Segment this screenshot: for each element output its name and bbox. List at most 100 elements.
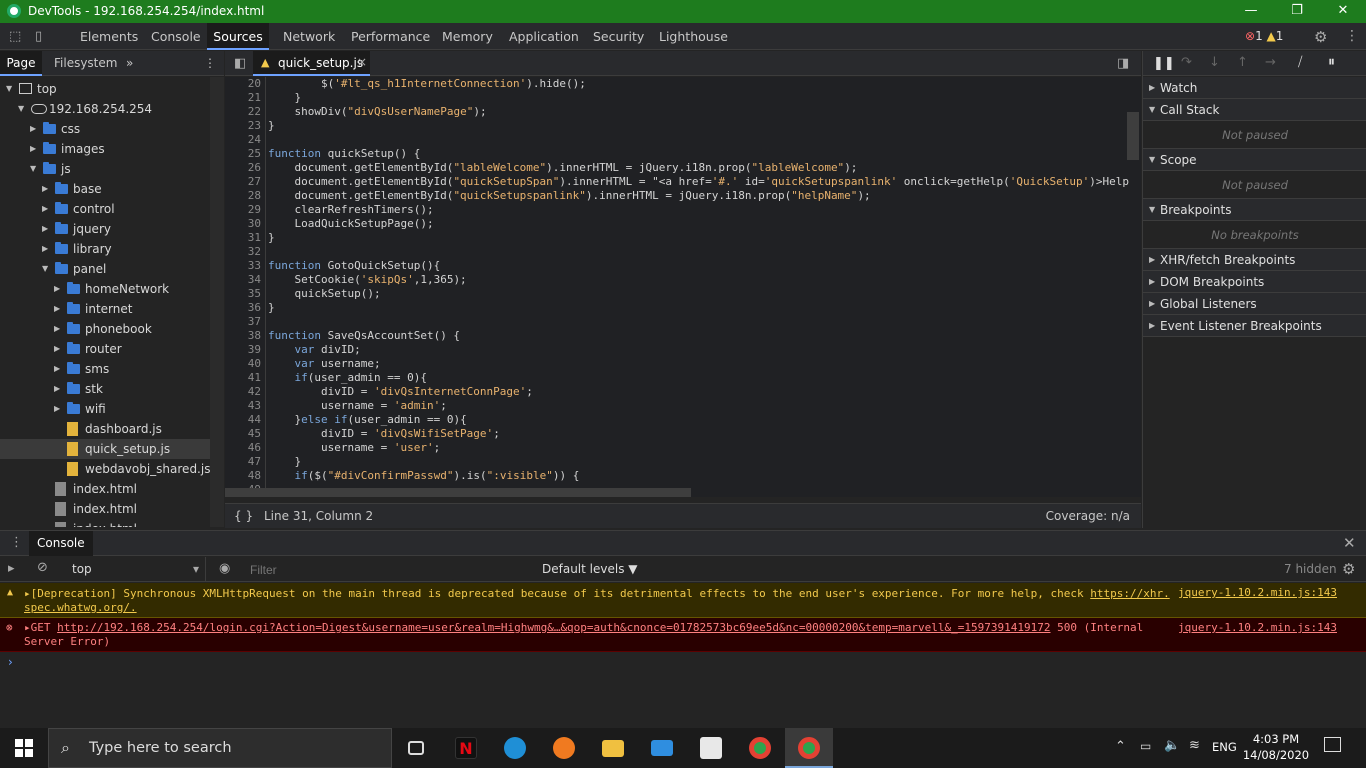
tab-console[interactable]: Console [151,23,201,50]
console-error-message[interactable]: ⊗ ▸GET http://192.168.254.254/login.cgi?… [0,618,1366,652]
tab-filesystem[interactable]: Filesystem [54,51,117,76]
expand-arrow-icon[interactable]: ▼ [42,259,52,279]
debugger-section-header[interactable]: ▶ Event Listener Breakpoints [1143,315,1366,337]
tree-item[interactable]: ▶ sms [0,359,210,379]
tree-item[interactable]: ▼ 192.168.254.254 [0,99,210,119]
toggle-debugger-icon[interactable]: ◨ [1117,56,1129,71]
tree-item[interactable]: index.html [0,499,210,519]
code-line[interactable]: 29 clearRefreshTimers(); [225,203,1125,217]
code-line[interactable]: 43 username = 'admin'; [225,399,1125,413]
code-line[interactable]: 41 if(user_admin == 0){ [225,371,1125,385]
code-line[interactable]: 48 if($("#divConfirmPasswd").is(":visibl… [225,469,1125,483]
step-out-icon[interactable]: ↑ [1237,55,1248,70]
code-line[interactable]: 23} [225,119,1125,133]
line-number[interactable]: 34 [225,273,261,287]
tree-item[interactable]: ▶ homeNetwork [0,279,210,299]
code-line[interactable]: 21 } [225,91,1125,105]
code-line[interactable]: 28 document.getElementById("quickSetupsp… [225,189,1125,203]
battery-icon[interactable]: ▭ [1140,739,1151,753]
code-line[interactable]: 22 showDiv("divQsUserNamePage"); [225,105,1125,119]
expand-arrow-icon[interactable]: ▼ [6,79,16,99]
code-line[interactable]: 24 [225,133,1125,147]
collapse-arrow-icon[interactable]: ▶ [42,219,52,239]
console-input-area[interactable] [0,652,1366,728]
collapse-arrow-icon[interactable]: ▶ [30,119,40,139]
chrome-icon[interactable] [736,728,784,768]
step-over-icon[interactable]: ↷ [1181,55,1192,70]
firefox-icon[interactable] [540,728,588,768]
code-line[interactable]: 20 $('#lt_qs_h1InternetConnection').hide… [225,77,1125,91]
line-number[interactable]: 46 [225,441,261,455]
tree-item[interactable]: quick_setup.js [0,439,210,459]
line-number[interactable]: 25 [225,147,261,161]
line-number[interactable]: 37 [225,315,261,329]
error-source-link[interactable]: jquery-1.10.2.min.js:143 [1178,621,1337,634]
expand-arrow-icon[interactable]: ▼ [18,99,28,119]
tab-lighthouse[interactable]: Lighthouse [659,23,728,50]
line-number[interactable]: 35 [225,287,261,301]
tab-performance[interactable]: Performance [351,23,430,50]
more-tabs-chevron-icon[interactable]: » [126,51,133,76]
line-number[interactable]: 21 [225,91,261,105]
tree-item[interactable]: ▶ images [0,139,210,159]
collapse-arrow-icon[interactable]: ▶ [54,399,64,419]
issues-counter[interactable]: ⊗1 ▲1 [1245,29,1283,43]
debugger-section-header[interactable]: ▼ Scope [1143,149,1366,171]
line-number[interactable]: 29 [225,203,261,217]
close-drawer-icon[interactable]: ✕ [1343,534,1356,552]
line-number[interactable]: 22 [225,105,261,119]
code-line[interactable]: 35 quickSetup(); [225,287,1125,301]
tree-item[interactable]: ▶ wifi [0,399,210,419]
line-number[interactable]: 42 [225,385,261,399]
drawer-menu-icon[interactable]: ⋮ [10,535,23,550]
live-expression-eye-icon[interactable]: ◉ [219,561,230,576]
mail-icon[interactable] [638,728,686,768]
code-line[interactable]: 25 function quickSetup() { [225,147,1125,161]
line-number[interactable]: 30 [225,217,261,231]
pause-icon[interactable]: ❚❚ [1153,56,1175,71]
debugger-section-header[interactable]: ▼ Breakpoints [1143,199,1366,221]
notifications-icon[interactable] [1324,737,1341,752]
code-line[interactable]: 42 divID = 'divQsInternetConnPage'; [225,385,1125,399]
debugger-section-header[interactable]: ▶ Global Listeners [1143,293,1366,315]
tree-item[interactable]: ▶ library [0,239,210,259]
warning-link[interactable]: https://xhr. [1090,587,1169,600]
pause-on-exceptions-icon[interactable]: ⏸ [1328,54,1335,70]
line-number[interactable]: 43 [225,399,261,413]
warning-link-continued[interactable]: spec.whatwg.org/. [24,601,137,614]
device-toolbar-icon[interactable]: ▯ [35,29,42,44]
toggle-navigator-icon[interactable]: ◧ [234,56,246,71]
tab-application[interactable]: Application [509,23,579,50]
navigator-menu-icon[interactable]: ⋮ [204,51,216,76]
line-number[interactable]: 48 [225,469,261,483]
close-window-button[interactable]: ✕ [1320,0,1366,23]
console-sidebar-icon[interactable]: ▸ [8,561,15,576]
line-number[interactable]: 41 [225,371,261,385]
tree-item[interactable]: ▶ internet [0,299,210,319]
clear-console-icon[interactable]: ⊘ [37,560,48,575]
line-number[interactable]: 39 [225,343,261,357]
settings-gear-icon[interactable]: ⚙ [1314,28,1327,46]
log-levels-dropdown[interactable]: Default levels ▼ [542,562,638,576]
collapse-arrow-icon[interactable]: ▶ [54,379,64,399]
tree-item[interactable]: ▼ js [0,159,210,179]
editor-horizontal-scrollbar[interactable] [225,488,691,497]
code-line[interactable]: 26 document.getElementById("lableWelcome… [225,161,1125,175]
code-line[interactable]: 32 [225,245,1125,259]
step-icon[interactable]: → [1265,55,1276,70]
console-filter-input[interactable] [250,560,520,579]
code-editor[interactable]: 20 $('#lt_qs_h1InternetConnection').hide… [225,77,1141,497]
line-number[interactable]: 23 [225,119,261,133]
code-line[interactable]: 39 var divID; [225,343,1125,357]
collapse-arrow-icon[interactable]: ▶ [54,339,64,359]
collapse-arrow-icon[interactable]: ▶ [42,199,52,219]
collapse-arrow-icon[interactable]: ▶ [30,139,40,159]
tree-item[interactable]: ▶ base [0,179,210,199]
edge-icon[interactable] [491,728,539,768]
code-line[interactable]: 27 document.getElementById("quickSetupSp… [225,175,1129,189]
tree-item[interactable]: dashboard.js [0,419,210,439]
drawer-tab-console[interactable]: Console [29,531,93,556]
editor-vertical-scrollbar[interactable] [1127,112,1139,160]
line-number[interactable]: 24 [225,133,261,147]
restore-button[interactable]: ❐ [1274,0,1320,23]
